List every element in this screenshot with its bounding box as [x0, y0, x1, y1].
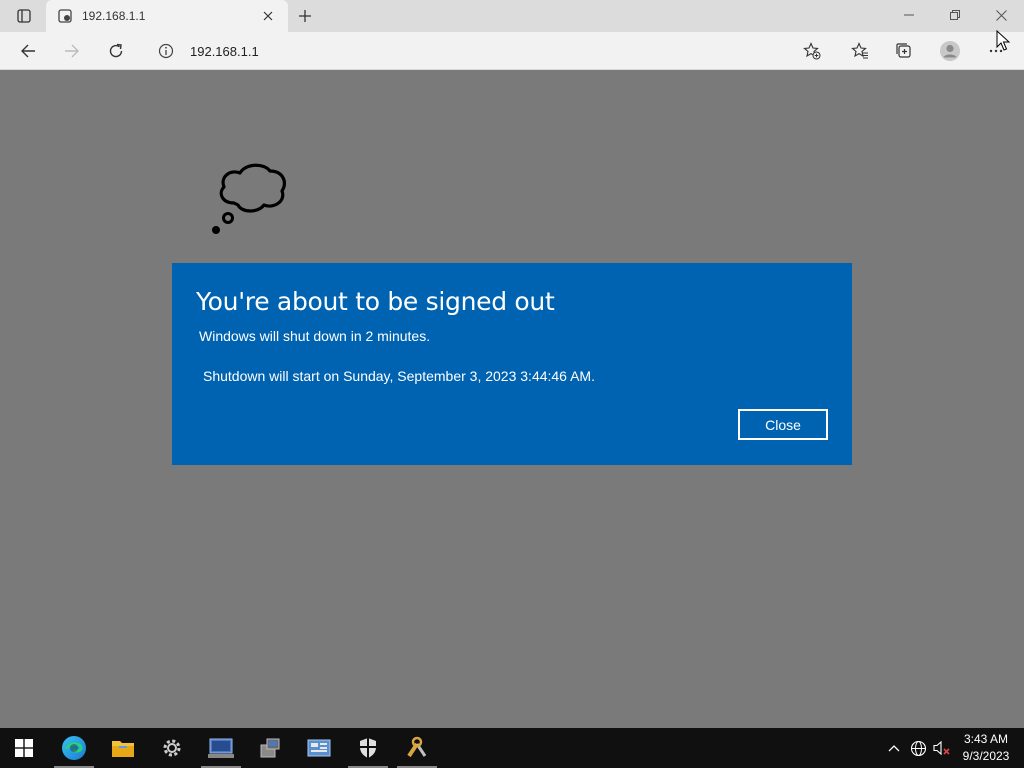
- taskbar-clock[interactable]: 3:43 AM 9/3/2023: [952, 731, 1020, 765]
- refresh-button[interactable]: [100, 35, 132, 67]
- favorites-button[interactable]: [844, 35, 876, 67]
- tab-actions-icon[interactable]: [8, 5, 40, 27]
- dialog-message: Windows will shut down in 2 minutes.: [199, 328, 431, 344]
- server-manager-icon[interactable]: [197, 728, 245, 768]
- network-globe-icon[interactable]: [907, 728, 929, 768]
- page-content: You're about to be signed out Windows wi…: [0, 71, 1024, 728]
- chevron-up-icon[interactable]: [884, 728, 904, 768]
- browser-titlebar: 192.168.1.1: [0, 0, 1024, 32]
- info-icon[interactable]: [156, 41, 176, 61]
- restore-button[interactable]: [932, 0, 978, 30]
- edge-icon[interactable]: [50, 728, 98, 768]
- favicon-icon: [58, 9, 72, 23]
- start-icon[interactable]: [0, 728, 48, 768]
- browser-tab[interactable]: 192.168.1.1: [46, 0, 288, 32]
- window-close-button[interactable]: [978, 0, 1024, 30]
- shutdown-dialog: You're about to be signed out Windows wi…: [172, 263, 852, 465]
- network-icon[interactable]: [246, 728, 294, 768]
- browser-toolbar: 192.168.1.1: [0, 32, 1024, 70]
- forward-button[interactable]: [56, 35, 88, 67]
- tab-close-icon[interactable]: [258, 6, 278, 26]
- minimize-button[interactable]: [886, 0, 932, 30]
- address-url[interactable]: 192.168.1.1: [190, 44, 259, 59]
- collections-button[interactable]: [888, 35, 920, 67]
- control-panel-icon[interactable]: [295, 728, 343, 768]
- close-button[interactable]: Close: [738, 409, 828, 440]
- dialog-title: You're about to be signed out: [196, 287, 555, 316]
- shutdown-time-text: Shutdown will start on Sunday, September…: [203, 368, 595, 384]
- thought-bubble-icon: [208, 161, 288, 242]
- clock-time: 3:43 AM: [963, 732, 1009, 746]
- taskbar: 3:43 AM 9/3/2023: [0, 728, 1024, 768]
- file-explorer-icon[interactable]: [99, 728, 147, 768]
- tab-title: 192.168.1.1: [82, 9, 146, 23]
- settings-icon[interactable]: [148, 728, 196, 768]
- tools-icon[interactable]: [393, 728, 441, 768]
- mouse-cursor-icon: [996, 29, 1011, 57]
- volume-muted-icon[interactable]: [931, 728, 953, 768]
- new-tab-button[interactable]: [294, 5, 316, 27]
- add-favorite-button[interactable]: [796, 35, 828, 67]
- security-icon[interactable]: [344, 728, 392, 768]
- clock-date: 9/3/2023: [962, 749, 1010, 763]
- profile-button[interactable]: [934, 35, 966, 67]
- back-button[interactable]: [12, 35, 44, 67]
- address-bar[interactable]: 192.168.1.1: [146, 36, 836, 66]
